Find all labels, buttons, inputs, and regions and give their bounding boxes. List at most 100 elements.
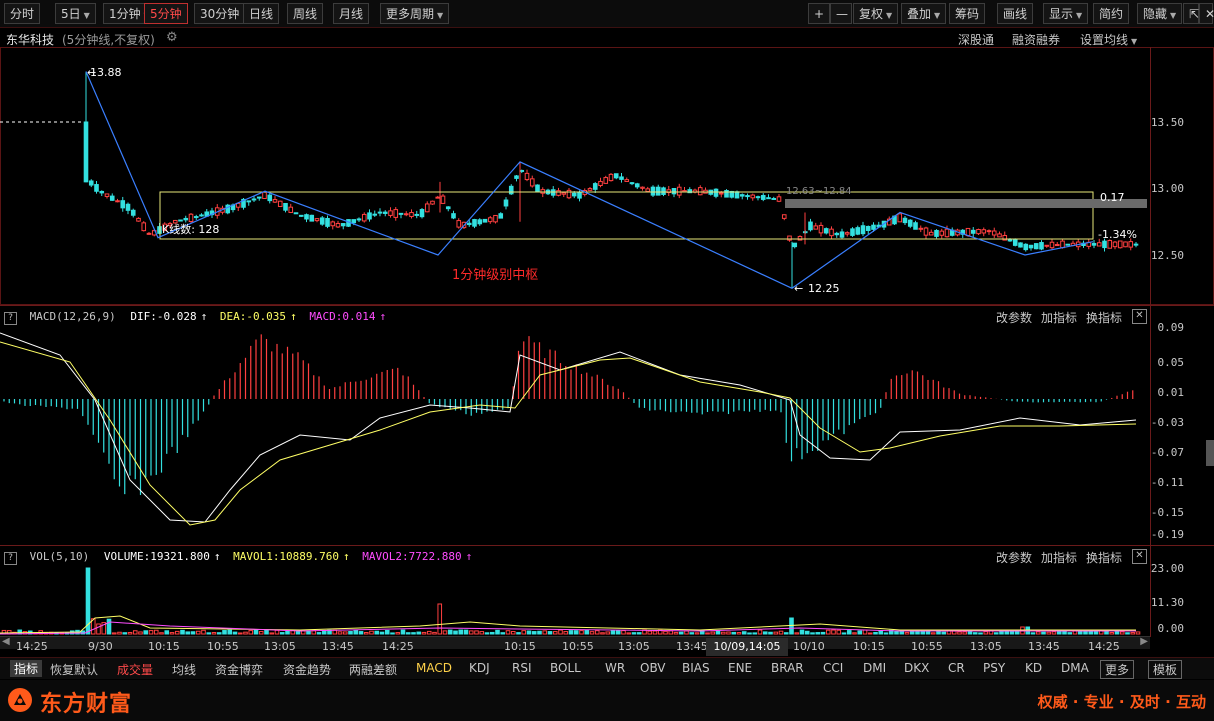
- volume-bar: [1041, 631, 1046, 635]
- toolbar-right-6-button[interactable]: 隐藏 ▼: [1137, 3, 1183, 24]
- indicator-tab-13[interactable]: BIAS: [682, 661, 710, 675]
- side-collapse-handle[interactable]: [1206, 440, 1214, 466]
- toolbar-right-0-button[interactable]: 复权 ▼: [853, 3, 899, 24]
- vol-yaxis-label: 23.00: [1150, 562, 1184, 575]
- period-4-button[interactable]: 30分钟: [194, 3, 246, 24]
- vol-switch-indicator-button[interactable]: 换指标: [1086, 549, 1122, 566]
- indicator-tab-2[interactable]: 成交量: [117, 661, 153, 678]
- macd-add-indicator-button[interactable]: 加指标: [1041, 309, 1077, 326]
- macd-yaxis-label: -0.03: [1150, 416, 1184, 429]
- toolbar-right-3-button[interactable]: 画线: [997, 3, 1034, 24]
- period-label: 30分钟: [200, 7, 240, 21]
- volume-bar: [920, 631, 926, 635]
- indicator-tab-14[interactable]: ENE: [728, 661, 752, 675]
- indicator-tab-24[interactable]: 模板: [1148, 660, 1183, 679]
- help-icon[interactable]: ?: [4, 552, 17, 565]
- volume-bar: [264, 629, 269, 635]
- toolbar-right-6-button-label: 隐藏: [1143, 7, 1168, 21]
- indicator-tab-0[interactable]: 指标: [10, 660, 43, 677]
- volume-bar: [489, 631, 495, 635]
- volume-bar: [1130, 632, 1136, 635]
- indicator-tab-4[interactable]: 资金博弈: [215, 661, 263, 678]
- indicator-tab-17[interactable]: DMI: [863, 661, 886, 675]
- indicator-tab-18[interactable]: DKX: [904, 661, 929, 675]
- candle: [823, 227, 829, 235]
- restore-window-button[interactable]: ⇱: [1183, 3, 1199, 24]
- volume-bar: [216, 632, 222, 635]
- dea-line: [0, 341, 1137, 526]
- candle: [766, 194, 771, 200]
- toolbar-right-2-button[interactable]: 筹码: [949, 3, 986, 24]
- volume-bar: [773, 631, 779, 635]
- candle: [598, 177, 603, 188]
- indicator-tab-9[interactable]: RSI: [512, 661, 532, 675]
- toolbar-right-3-button-label: 画线: [1003, 7, 1028, 21]
- indicator-tab-21[interactable]: KD: [1025, 661, 1042, 675]
- scroll-left-icon[interactable]: ◀: [2, 636, 10, 647]
- help-icon[interactable]: ?: [4, 312, 17, 325]
- indicator-tab-20[interactable]: PSY: [983, 661, 1005, 675]
- macd-edit-params-button[interactable]: 改参数: [996, 309, 1032, 326]
- indicator-tab-22[interactable]: DMA: [1061, 661, 1089, 675]
- candle: [309, 214, 315, 222]
- macd-yaxis-label: -0.07: [1150, 446, 1184, 459]
- zoom-out-button[interactable]: —: [830, 3, 852, 24]
- period-6-button[interactable]: 周线: [287, 3, 324, 24]
- indicator-tab-1[interactable]: 恢复默认: [50, 661, 98, 678]
- close-window-button[interactable]: ✕: [1199, 3, 1214, 24]
- candle: [1065, 243, 1071, 246]
- macd-chart[interactable]: [0, 326, 1150, 544]
- candle: [535, 184, 540, 193]
- indicator-tab-5[interactable]: 资金趋势: [283, 661, 331, 678]
- period-3-button[interactable]: 5分钟: [144, 3, 188, 24]
- period-8-button[interactable]: 更多周期 ▼: [380, 3, 450, 24]
- stroke-line[interactable]: [85, 71, 1094, 289]
- indicator-tab-3[interactable]: 均线: [172, 661, 196, 678]
- volume-bar: [363, 631, 369, 635]
- xaxis-label: 13:45: [1028, 640, 1060, 653]
- period-0-button[interactable]: 分时: [4, 3, 41, 24]
- scroll-right-icon[interactable]: ▶: [1140, 636, 1148, 647]
- settings-gear-icon[interactable]: ⚙: [166, 30, 178, 45]
- period-1-button[interactable]: 5日 ▼: [55, 3, 96, 24]
- stock-name[interactable]: 东华科技: [6, 31, 54, 48]
- toolbar-right-5-button[interactable]: 简约: [1093, 3, 1130, 24]
- zoom-in-button-label: +: [814, 7, 825, 21]
- volume-bar: [558, 629, 563, 635]
- macd-switch-indicator-button[interactable]: 换指标: [1086, 309, 1122, 326]
- indicator-tab-10[interactable]: BOLL: [550, 661, 581, 675]
- toolbar-right-1-button[interactable]: 叠加 ▼: [901, 3, 947, 24]
- link-ma-settings[interactable]: 设置均线 ▼: [1080, 31, 1137, 48]
- indicator-tab-12[interactable]: OBV: [640, 661, 666, 675]
- indicator-tab-8[interactable]: KDJ: [469, 661, 490, 675]
- candle: [986, 229, 992, 235]
- indicator-tab-7[interactable]: MACD: [416, 661, 452, 675]
- volume-chart[interactable]: [0, 566, 1150, 636]
- volume-bar: [495, 629, 500, 635]
- candle: [283, 202, 288, 213]
- link-hk-connect[interactable]: 深股通: [958, 31, 994, 48]
- macd-close-icon[interactable]: ✕: [1132, 309, 1147, 324]
- indicator-tab-23[interactable]: 更多: [1100, 660, 1135, 679]
- indicator-tabs: 指标 恢复默认 成交量 均线 资金博弈 资金趋势 两融差额 MACD KDJ RSI BOLL WR O…: [0, 657, 1214, 679]
- vol-edit-params-button[interactable]: 改参数: [996, 549, 1032, 566]
- indicator-tab-19[interactable]: CR: [948, 661, 965, 675]
- volume-bar: [185, 631, 191, 635]
- period-7-button[interactable]: 月线: [333, 3, 370, 24]
- toolbar-right-4-button[interactable]: 显示 ▼: [1043, 3, 1089, 24]
- volume-bar: [500, 632, 506, 635]
- candle: [708, 189, 714, 196]
- candle: [188, 212, 194, 224]
- indicator-tab-15[interactable]: BRAR: [771, 661, 804, 675]
- link-margin[interactable]: 融资融券: [1012, 31, 1060, 48]
- vol-close-icon[interactable]: ✕: [1132, 549, 1147, 564]
- indicator-tab-6[interactable]: 两融差额: [349, 661, 397, 678]
- candlestick-chart[interactable]: 13.88←12.25←K线数: 1281分钟级别中枢0.17-1.34%12.…: [0, 48, 1150, 304]
- indicator-tab-16[interactable]: CCI: [823, 661, 843, 675]
- period-5-button[interactable]: 日线: [243, 3, 280, 24]
- vol-add-indicator-button[interactable]: 加指标: [1041, 549, 1077, 566]
- indicator-tab-11[interactable]: WR: [605, 661, 625, 675]
- volume-bar: [531, 631, 537, 635]
- zoom-in-button[interactable]: +: [808, 3, 830, 24]
- candle: [508, 184, 514, 195]
